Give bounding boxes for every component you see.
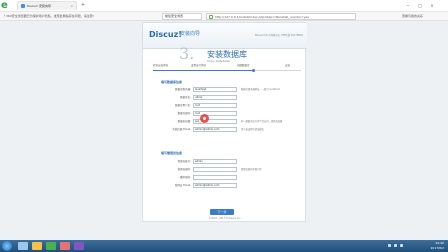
db-row: 数据库用户名: root bbox=[161, 103, 301, 109]
progress-step-1: 检查安装环境 bbox=[153, 64, 169, 67]
admin-field-hint: 管理员密码不能为空 bbox=[241, 168, 262, 171]
installer-panel: Discuz! 安装向导 Discuz! X3.4 简体中文 UTF8 版 20… bbox=[142, 22, 307, 222]
installer-subtitle: 安装向导 bbox=[180, 31, 201, 37]
db-field-label: 数据库密码: bbox=[177, 112, 191, 115]
tray-clock[interactable]: 19:40 2017/8/2 bbox=[431, 241, 444, 251]
db-field-label: 数据库服务器: bbox=[175, 88, 191, 91]
nav-right-area: 查看与我的关系 bbox=[384, 13, 444, 20]
admin-row: 重复密码: bbox=[161, 175, 301, 181]
version-label: Discuz! X3.4 简体中文 UTF8 版 20170801 bbox=[254, 34, 303, 37]
tab-favicon-icon bbox=[21, 4, 25, 8]
admin-field-label: 管理员账号: bbox=[177, 160, 191, 163]
new-tab-button[interactable]: + bbox=[80, 2, 86, 8]
url-text[interactable]: http://127.0.0.1/install/index.php?step=… bbox=[215, 15, 309, 19]
tab-title: Discuz! 安装向导 bbox=[27, 4, 51, 8]
db-field-input[interactable]: localhost bbox=[193, 87, 237, 92]
admin-field-label: 管理员 Email: bbox=[174, 184, 191, 187]
progress-current-dot bbox=[252, 69, 255, 72]
admin-field-label: 重复密码: bbox=[180, 176, 191, 179]
admin-field-input[interactable]: admin bbox=[193, 159, 237, 164]
relationship-link[interactable]: 查看与我的关系 bbox=[402, 13, 423, 20]
install-progress: 检查安装环境 设置运行环境 创建数据库 安装 bbox=[153, 64, 301, 73]
db-field-input[interactable]: admin@admin.com bbox=[193, 127, 237, 132]
admin-section-title: 填写管理员信息 bbox=[161, 151, 183, 155]
db-row: 数据表前缀: pre_ 同一数据库运行多个论坛时，请修改前缀 bbox=[161, 119, 301, 125]
windows-taskbar: 19:40 2017/8/2 bbox=[0, 240, 448, 252]
step-title: 安装数据库 bbox=[207, 50, 247, 59]
db-row: 数据库密码: root bbox=[161, 111, 301, 117]
db-field-input[interactable]: ultrax bbox=[193, 95, 237, 100]
browser-titlebar: e Discuz! 安装向导 × + ─ □ × bbox=[0, 0, 448, 11]
next-step-button[interactable]: 下一步 bbox=[210, 209, 234, 215]
step-subtitle: Copy Database bbox=[207, 59, 230, 63]
admin-row: 管理员密码: 管理员密码不能为空 bbox=[161, 167, 301, 173]
db-field-input[interactable]: root bbox=[193, 111, 237, 116]
browser-navbar: ‹ 360安全浏览器已为保护用户隐私，发现此网站存在风险，请注意! 前往安全浏览… bbox=[0, 11, 448, 21]
progress-fill bbox=[153, 70, 254, 71]
notice-link-button[interactable]: 前往安全浏览 bbox=[162, 13, 202, 20]
page-content: Discuz! 安装向导 Discuz! X3.4 简体中文 UTF8 版 20… bbox=[0, 21, 448, 240]
admin-row: 管理员 Email: admin@admin.com bbox=[161, 183, 301, 189]
progress-step-3: 创建数据库 bbox=[237, 64, 250, 67]
app-taskbar-icon[interactable] bbox=[60, 242, 70, 250]
tray-ime-icon[interactable] bbox=[400, 244, 403, 247]
tray-network-icon[interactable] bbox=[388, 244, 391, 247]
browser-taskbar-icon[interactable] bbox=[46, 242, 56, 250]
db-field-hint: 数据库服务器地址，一般为 localhost bbox=[241, 88, 280, 91]
minimize-button[interactable]: ─ bbox=[403, 1, 413, 10]
db-field-label: 数据表前缀: bbox=[177, 120, 191, 123]
db-section-title: 填写数据库信息 bbox=[161, 80, 183, 84]
installer-header: Discuz! 安装向导 Discuz! X3.4 简体中文 UTF8 版 20… bbox=[143, 23, 307, 49]
close-window-button[interactable]: × bbox=[427, 1, 437, 10]
progress-step-2: 设置运行环境 bbox=[191, 64, 207, 67]
maximize-button[interactable]: □ bbox=[415, 1, 425, 10]
admin-field-input[interactable] bbox=[193, 175, 237, 180]
browser-logo-icon[interactable]: e bbox=[1, 1, 13, 11]
discuz-logo: Discuz! bbox=[149, 30, 182, 39]
db-field-label: 数据库用户名: bbox=[175, 104, 191, 107]
admin-field-label: 管理员密码: bbox=[177, 168, 191, 171]
step-number: 3. bbox=[179, 44, 195, 63]
tab-close-icon[interactable]: × bbox=[70, 4, 73, 8]
db-field-hint: 同一数据库运行多个论坛时，请修改前缀 bbox=[241, 120, 283, 123]
db-row: 数据库服务器: localhost 数据库服务器地址，一般为 localhost bbox=[161, 87, 301, 93]
db-field-input[interactable]: root bbox=[193, 103, 237, 108]
db-field-hint: 用于发送程序错误报告 bbox=[241, 128, 264, 131]
admin-row: 管理员账号: admin bbox=[161, 159, 301, 165]
db-field-label: 系统信箱 Email: bbox=[172, 128, 191, 131]
security-notice: 360安全浏览器已为保护用户隐私，发现此网站存在风险，请注意! bbox=[6, 14, 94, 18]
footer-copyright: ©2001 - 2017 Comsenz Inc. bbox=[208, 217, 242, 220]
db-field-label: 数据库名: bbox=[180, 96, 191, 99]
admin-field-input[interactable] bbox=[193, 167, 237, 172]
admin-field-input[interactable]: admin@admin.com bbox=[193, 183, 237, 188]
window-controls: ─ □ × bbox=[395, 1, 443, 10]
tray-volume-icon[interactable] bbox=[394, 244, 397, 247]
mouse-cursor-highlight bbox=[200, 114, 209, 123]
address-bar[interactable]: http://127.0.0.1/install/index.php?step=… bbox=[206, 13, 356, 20]
app2-taskbar-icon[interactable] bbox=[74, 242, 84, 250]
browser-tab[interactable]: Discuz! 安装向导 × bbox=[17, 1, 77, 10]
lock-icon bbox=[209, 15, 213, 19]
system-tray: 19:40 2017/8/2 bbox=[384, 241, 444, 251]
explorer-taskbar-icon[interactable] bbox=[32, 242, 42, 250]
db-row: 系统信箱 Email: admin@admin.com 用于发送程序错误报告 bbox=[161, 127, 301, 133]
progress-step-4: 安装 bbox=[285, 64, 291, 67]
clock-date: 2017/8/2 bbox=[430, 246, 444, 250]
start-button-icon[interactable] bbox=[2, 241, 12, 251]
db-row: 数据库名: ultrax bbox=[161, 95, 301, 101]
ie-taskbar-icon[interactable] bbox=[18, 242, 28, 250]
